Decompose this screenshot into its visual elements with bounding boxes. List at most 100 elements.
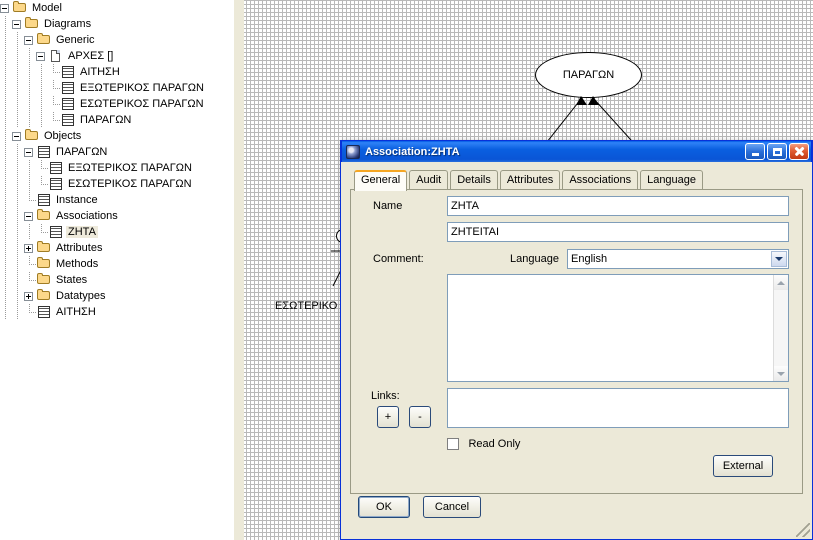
tree-guide: [24, 80, 36, 97]
maximize-icon: [772, 147, 782, 156]
alias-input[interactable]: ZHTEITAI: [447, 222, 789, 242]
tab-language[interactable]: Language: [640, 170, 704, 189]
tree-guide: [36, 176, 48, 192]
tree-item[interactable]: Diagrams: [0, 16, 234, 33]
ok-button[interactable]: OK: [358, 496, 410, 518]
tree-guide: [36, 80, 48, 97]
tree-item-label: ΕΣΩΤΕΡΙΚΟΣ ΠΑΡΑΓΩΝ: [80, 98, 204, 111]
tree-expander-minus-icon[interactable]: [0, 3, 9, 13]
tree-table-icon: [48, 161, 64, 175]
tab-label: General: [361, 174, 401, 186]
tree-item-label: Model: [32, 2, 62, 15]
tree-guide: [24, 304, 36, 320]
tab-label: Details: [457, 174, 491, 186]
language-select[interactable]: English: [567, 249, 789, 269]
tree-item[interactable]: States: [0, 272, 234, 289]
read-only-checkbox[interactable]: [447, 437, 459, 450]
model-explorer-tree[interactable]: Model Diagrams Generic ΑΡΧΕΣ [] ΑΙΤΗΣΗ ΕΞΩΤΕΡ…: [0, 0, 234, 540]
tree-item[interactable]: ΕΣΩΤΕΡΙΚΟΣ ΠΑΡΑΓΩΝ: [0, 96, 234, 113]
dialog-titlebar[interactable]: Association:ZHTA: [341, 140, 812, 162]
cancel-button[interactable]: Cancel: [423, 496, 481, 518]
tree-guide: [12, 160, 24, 177]
comment-scrollbar[interactable]: [773, 275, 788, 381]
tree-item[interactable]: Instance: [0, 192, 234, 209]
tab-attributes[interactable]: Attributes: [499, 170, 561, 189]
tree-guide: [0, 80, 12, 97]
tree-item[interactable]: Model: [0, 0, 234, 16]
tree-item[interactable]: ΑΙΤΗΣΗ: [0, 64, 234, 81]
chevron-down-icon[interactable]: [771, 251, 787, 267]
tree-guide: [36, 224, 48, 240]
add-link-button[interactable]: +: [377, 406, 399, 428]
close-button[interactable]: [789, 143, 809, 160]
maximize-button[interactable]: [767, 143, 787, 160]
tree-item[interactable]: Datatypes: [0, 288, 234, 305]
tab-audit[interactable]: Audit: [409, 170, 449, 189]
tree-guide: [48, 64, 60, 80]
tree-item[interactable]: ΕΞΩΤΕΡΙΚΟΣ ΠΑΡΑΓΩΝ: [0, 160, 234, 177]
tree-expander-plus-icon[interactable]: [24, 291, 33, 301]
tree-item[interactable]: ΑΡΧΕΣ []: [0, 48, 234, 65]
tree-guide: [12, 112, 24, 129]
tree-folder-icon: [36, 241, 52, 255]
tree-guide: [0, 192, 12, 209]
name-label: Name: [373, 200, 403, 212]
tree-item[interactable]: ΠΑΡΑΓΩΝ: [0, 144, 234, 161]
comment-textarea[interactable]: [447, 274, 789, 382]
tree-folder-icon: [24, 129, 40, 143]
tree-item[interactable]: ΕΞΩΤΕΡΙΚΟΣ ΠΑΡΑΓΩΝ: [0, 80, 234, 97]
tree-expander-minus-icon[interactable]: [24, 211, 33, 221]
scroll-down-icon[interactable]: [774, 366, 788, 381]
tree-item[interactable]: Objects: [0, 128, 234, 145]
tree-guide: [24, 96, 36, 113]
name-input[interactable]: ZHTA: [447, 196, 789, 216]
tree-guide: [12, 224, 24, 241]
tree-item[interactable]: ZHTA: [0, 224, 234, 241]
scroll-up-icon[interactable]: [774, 275, 788, 290]
dialog-tabstrip: General Audit Details Attributes Association…: [354, 170, 803, 191]
tree-guide: [12, 32, 24, 49]
tree-guide: [0, 96, 12, 113]
tree-item[interactable]: Methods: [0, 256, 234, 273]
tab-general[interactable]: General: [354, 170, 408, 191]
external-button[interactable]: External: [713, 455, 773, 477]
tree-guide: [24, 224, 36, 241]
tree-guide: [48, 80, 60, 96]
remove-link-button[interactable]: -: [409, 406, 431, 428]
resize-grip[interactable]: [796, 523, 810, 537]
tree-guide: [0, 256, 12, 273]
tree-table-icon: [48, 225, 64, 239]
tree-item[interactable]: ΠΑΡΑΓΩΝ: [0, 112, 234, 129]
tree-folder-icon: [24, 17, 40, 31]
tree-table-icon: [48, 177, 64, 191]
read-only-row[interactable]: Read Only: [447, 435, 520, 453]
tree-expander-minus-icon[interactable]: [12, 131, 21, 141]
tree-expander-minus-icon[interactable]: [36, 51, 45, 61]
tree-item[interactable]: Generic: [0, 32, 234, 49]
tree-guide: [48, 96, 60, 112]
dialog-title: Association:ZHTA: [365, 145, 460, 158]
tree-expander-minus-icon[interactable]: [12, 19, 21, 29]
tree-guide: [12, 176, 24, 193]
tab-associations[interactable]: Associations: [562, 170, 639, 189]
tree-guide: [0, 224, 12, 241]
tree-item[interactable]: ΑΙΤΗΣΗ: [0, 304, 234, 321]
tree-item[interactable]: Attributes: [0, 240, 234, 257]
minimize-button[interactable]: [745, 143, 765, 160]
tab-details[interactable]: Details: [450, 170, 498, 189]
links-list[interactable]: [447, 388, 789, 428]
diagram-actor-label: ΕΣΩΤΕΡΙΚΟ: [275, 300, 338, 312]
tree-guide: [24, 256, 36, 272]
panel-splitter[interactable]: [234, 0, 244, 540]
tree-item-label: ΑΙΤΗΣΗ: [56, 306, 96, 319]
tree-expander-plus-icon[interactable]: [24, 243, 33, 253]
minimize-icon: [751, 152, 759, 156]
tree-item[interactable]: Associations: [0, 208, 234, 225]
tree-table-icon: [60, 81, 76, 95]
tree-item[interactable]: ΕΣΩΤΕΡΙΚΟΣ ΠΑΡΑΓΩΝ: [0, 176, 234, 193]
diagram-node-usecase[interactable]: ΠΑΡΑΓΩΝ: [535, 52, 642, 98]
tree-expander-minus-icon[interactable]: [24, 147, 33, 157]
tree-guide: [24, 176, 36, 193]
diagram-node-label: ΠΑΡΑΓΩΝ: [562, 69, 615, 81]
tree-expander-minus-icon[interactable]: [24, 35, 33, 45]
